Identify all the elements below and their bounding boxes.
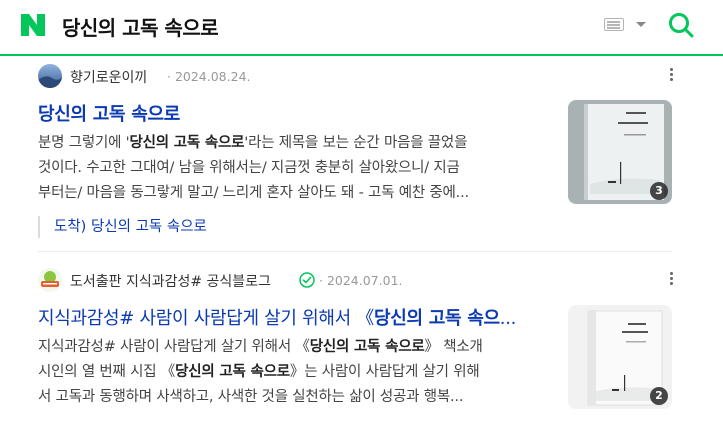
verified-check-icon (299, 272, 315, 288)
post-date: · 2024.07.01. (319, 273, 403, 288)
image-count-badge: 3 (650, 182, 668, 200)
description-line: 지식과감성# 사람이 사람답게 살기 위해서 《당신의 고독 속으로》 책소개 (38, 339, 483, 355)
result-meta: 향기로운이끼 · 2024.08.24. (38, 64, 674, 88)
avatar[interactable] (38, 64, 62, 88)
description-line: 것이다. 수고한 그대여/ 남을 위해서는/ 지금껏 충분히 살아왔으니/ 지금 (38, 160, 460, 176)
naver-logo-icon[interactable] (21, 14, 45, 36)
description-line: 부터는/ 마음을 동그랗게 말고/ 느리게 혼자 살아도 돼 - 고독 예찬 중… (38, 185, 469, 201)
post-date: · 2024.08.24. (167, 69, 251, 84)
result-title-highlight[interactable]: 당신의 고독 속으 (374, 308, 500, 329)
search-query[interactable]: 당신의 고독 속으로 (62, 12, 219, 41)
image-count-badge: 2 (650, 387, 668, 405)
search-header: 당신의 고독 속으로 (0, 0, 723, 56)
more-options-icon[interactable] (670, 68, 674, 82)
more-options-icon[interactable] (670, 272, 674, 286)
search-icon[interactable] (668, 12, 694, 38)
related-post-link[interactable]: 도착) 당신의 고독 속으로 (38, 216, 207, 238)
description-line: 서 고독과 동행하며 사색하고, 사색한 것을 실천하는 삶이 성공과 행복..… (38, 389, 464, 405)
avatar[interactable] (38, 268, 62, 292)
result-title-ellipsis: ... (499, 308, 517, 329)
chevron-down-icon[interactable] (636, 22, 646, 27)
result-description[interactable]: 지식과감성# 사람이 사람답게 살기 위해서 《당신의 고독 속으로》 책소개 … (38, 335, 552, 410)
result-description[interactable]: 분명 그렇기에 '당신의 고독 속으로'라는 제목을 보는 순간 마음을 끌었을… (38, 131, 552, 206)
result-title[interactable]: 지식과감성# 사람이 사람답게 살기 위해서 《당신의 고독 속으... (38, 304, 516, 330)
keyboard-icon[interactable] (604, 18, 624, 31)
result-meta: 도서출판 지식과감성# 공식블로그 · 2024.07.01. (38, 268, 674, 292)
description-line: 시인의 열 번째 시집 《당신의 고독 속으로》는 사람이 사람답게 살기 위해 (38, 364, 480, 380)
result-title[interactable]: 당신의 고독 속으로 (38, 100, 180, 126)
author-name[interactable]: 향기로운이끼 (70, 67, 147, 87)
result-divider (38, 251, 672, 252)
result-title-text[interactable]: 당신의 고독 속으로 (38, 104, 180, 125)
result-thumbnail[interactable]: 2 (568, 305, 672, 409)
result-title-prefix[interactable]: 지식과감성# 사람이 사람답게 살기 위해서 《 (38, 308, 374, 329)
author-name[interactable]: 도서출판 지식과감성# 공식블로그 (70, 271, 271, 291)
description-line: 분명 그렇기에 '당신의 고독 속으로'라는 제목을 보는 순간 마음을 끌었을 (38, 135, 468, 151)
result-thumbnail[interactable]: 3 (568, 100, 672, 204)
